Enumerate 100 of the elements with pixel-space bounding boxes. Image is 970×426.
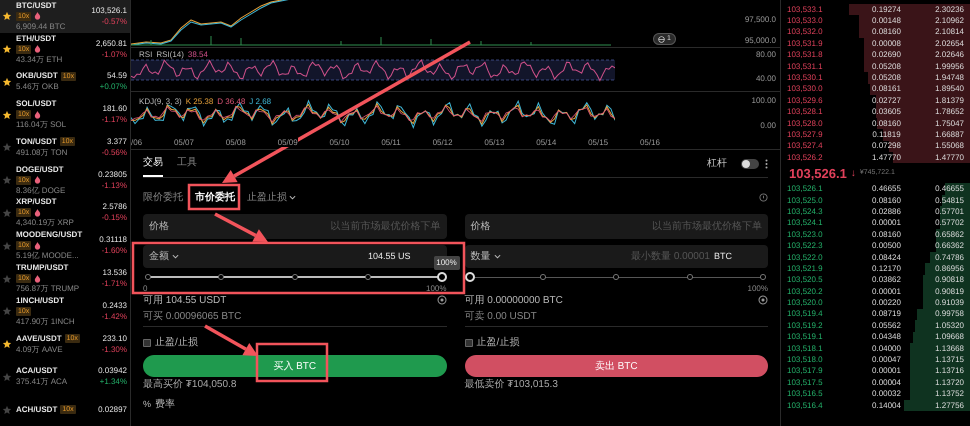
leverage-switch[interactable] [741, 158, 759, 168]
star-icon[interactable] [2, 175, 12, 186]
star-icon[interactable] [2, 76, 12, 87]
kdj-value: K 25.38 [186, 97, 214, 106]
book-price: 103,526.1 [787, 184, 824, 194]
order-book-row[interactable]: 103,528.1 0.03605 1.78652 [781, 106, 970, 118]
order-book-row[interactable]: 103,518.1 0.04000 1.13668 [781, 342, 970, 354]
order-book-row[interactable]: 103,528.0 0.08160 1.75047 [781, 118, 970, 130]
amount-slider[interactable] [143, 272, 446, 282]
more-icon[interactable] [765, 158, 768, 168]
date-axis-label: 05/08 [226, 138, 246, 147]
slider-thumb[interactable] [436, 272, 446, 282]
order-book-row[interactable]: 103,533.1 0.19274 2.30236 [781, 4, 970, 16]
pair-price: 13.536 [102, 268, 127, 278]
globe-icon [658, 36, 665, 42]
star-icon[interactable] [2, 372, 12, 382]
pair-volume: 417.90万 1INCH [16, 316, 76, 327]
book-price: 103,516.5 [787, 389, 824, 400]
book-total: 1.66887 [934, 130, 964, 140]
order-book-row[interactable]: 103,529.6 0.02727 1.81379 [781, 95, 970, 107]
order-book-row[interactable]: 103,520.5 0.03862 0.90818 [781, 274, 970, 286]
book-total: 0.86956 [934, 264, 964, 274]
rsi-label: RSI [139, 50, 152, 59]
info-icon[interactable] [759, 192, 768, 202]
order-book-row[interactable]: 103,531.1 0.05208 1.99956 [781, 60, 970, 72]
book-amount: 0.02727 [871, 96, 902, 106]
order-book-row[interactable]: 103,516.4 0.14004 1.27756 [781, 400, 970, 412]
book-price: 103,518.0 [787, 355, 824, 366]
book-price: 103,523.0 [787, 230, 824, 240]
book-amount: 0.00500 [871, 241, 902, 252]
rsi-axis-label: 80.00 [756, 50, 776, 59]
order-book-row[interactable]: 103,516.5 0.00032 1.13752 [781, 388, 970, 400]
order-book-row[interactable]: 103,533.0 0.00148 2.10962 [781, 15, 970, 27]
order-book-row[interactable]: 103,525.0 0.08160 0.54815 [781, 194, 970, 206]
book-total: 2.30236 [934, 4, 964, 15]
star-icon[interactable] [2, 11, 12, 22]
pair-volume: 116.04万 SOL [16, 120, 68, 130]
book-total: 1.13668 [934, 344, 964, 354]
price-field[interactable]: 价格 以当前市场最优价格下单 [464, 214, 768, 239]
book-total: 2.10962 [934, 16, 964, 26]
order-book-row[interactable]: 103,524.3 0.02886 0.57701 [781, 206, 970, 218]
kdj-params: KDJ(9, 3, 3) [139, 97, 182, 106]
pair-volume: 491.08万 TON [16, 148, 68, 158]
panel-tab[interactable]: 工具 [177, 150, 197, 177]
order-book-row[interactable]: 103,530.1 0.05208 1.94748 [781, 72, 970, 84]
order-book-row[interactable]: 103,522.0 0.08424 0.74786 [781, 252, 970, 264]
order-book-row[interactable]: 103,519.2 0.05562 1.05320 [781, 320, 970, 332]
book-total: 2.02646 [934, 50, 964, 60]
pair-item[interactable]: ACA/USDT 375.41万 ACA 0.03942 +1.34% [0, 360, 130, 394]
book-price: 103,530.0 [787, 84, 824, 94]
tpsl-checkbox[interactable] [143, 338, 151, 346]
order-book-row[interactable]: 103,531.8 0.02690 2.02646 [781, 50, 970, 61]
order-book-row[interactable]: 103,517.9 0.00001 1.13716 [781, 366, 970, 378]
star-icon[interactable] [2, 240, 12, 251]
book-total: 0.66362 [934, 241, 964, 252]
star-icon[interactable] [2, 274, 12, 284]
field-value: 104.55 US [368, 250, 410, 263]
amount-slider[interactable] [464, 272, 768, 282]
order-book-row[interactable]: 103,531.9 0.00008 2.02654 [781, 38, 970, 50]
fee-link[interactable]: 费率 [155, 397, 176, 412]
order-book-row[interactable]: 103,532.0 0.08160 2.10814 [781, 26, 970, 38]
order-book-row[interactable]: 103,519.1 0.04348 1.09668 [781, 332, 970, 343]
order-book-row[interactable]: 103,520.0 0.00220 0.91039 [781, 297, 970, 309]
order-book-row[interactable]: 103,522.3 0.00500 0.66362 [781, 240, 970, 252]
order-book-row[interactable]: 103,520.2 0.00001 0.90819 [781, 286, 970, 298]
order-book-row[interactable]: 103,526.2 1.47770 1.47770 [781, 152, 970, 164]
slider-thumb[interactable] [464, 272, 474, 282]
checkbox-label: 止盈/止损 [155, 336, 198, 350]
book-amount: 0.00032 [871, 389, 902, 400]
order-book-row[interactable]: 103,527.4 0.07298 1.55068 [781, 140, 970, 152]
order-book-row[interactable]: 103,519.4 0.08719 0.99758 [781, 308, 970, 320]
order-type-tab[interactable]: 止盈止损 [247, 190, 296, 204]
star-icon[interactable] [2, 404, 12, 415]
order-type-tab[interactable]: 限价委托 [143, 190, 183, 204]
date-axis-label: 05/15 [588, 138, 608, 147]
panel-tab[interactable]: 交易 [143, 150, 163, 177]
order-book-row[interactable]: 103,527.9 0.11819 1.66887 [781, 129, 970, 141]
tpsl-checkbox[interactable] [464, 338, 472, 346]
order-book-row[interactable]: 103,526.1 0.46655 0.46655 [781, 183, 970, 195]
price-field[interactable]: 价格 以当前市场最优价格下单 [143, 214, 446, 239]
order-book-row[interactable]: 103,518.0 0.00047 1.13715 [781, 354, 970, 366]
order-type-tab[interactable]: 市价委托 [195, 190, 235, 204]
order-book-row[interactable]: 103,517.5 0.00004 1.13720 [781, 377, 970, 388]
book-total: 1.94748 [934, 73, 964, 84]
star-icon[interactable] [2, 208, 12, 218]
sell-button[interactable]: 卖出 BTC [464, 355, 768, 377]
order-book-row[interactable]: 103,523.0 0.08160 0.65862 [781, 229, 970, 240]
book-price: 103,529.6 [787, 96, 824, 106]
star-icon[interactable] [2, 306, 12, 316]
last-price: 103,526.1 [789, 164, 847, 183]
star-icon[interactable] [2, 142, 12, 152]
amount-field[interactable]: 数量 最小数量 0.00001 BTC [464, 245, 768, 268]
buy-button[interactable]: 买入 BTC [143, 355, 446, 377]
order-book-row[interactable]: 103,521.9 0.12170 0.86956 [781, 263, 970, 275]
star-icon[interactable] [2, 339, 12, 350]
order-book-row[interactable]: 103,530.0 0.08161 1.89540 [781, 84, 970, 96]
star-icon[interactable] [2, 44, 12, 54]
order-book-row[interactable]: 103,524.1 0.00001 0.57702 [781, 218, 970, 230]
slider-tooltip: 100% [434, 256, 460, 270]
star-icon[interactable] [2, 110, 12, 120]
